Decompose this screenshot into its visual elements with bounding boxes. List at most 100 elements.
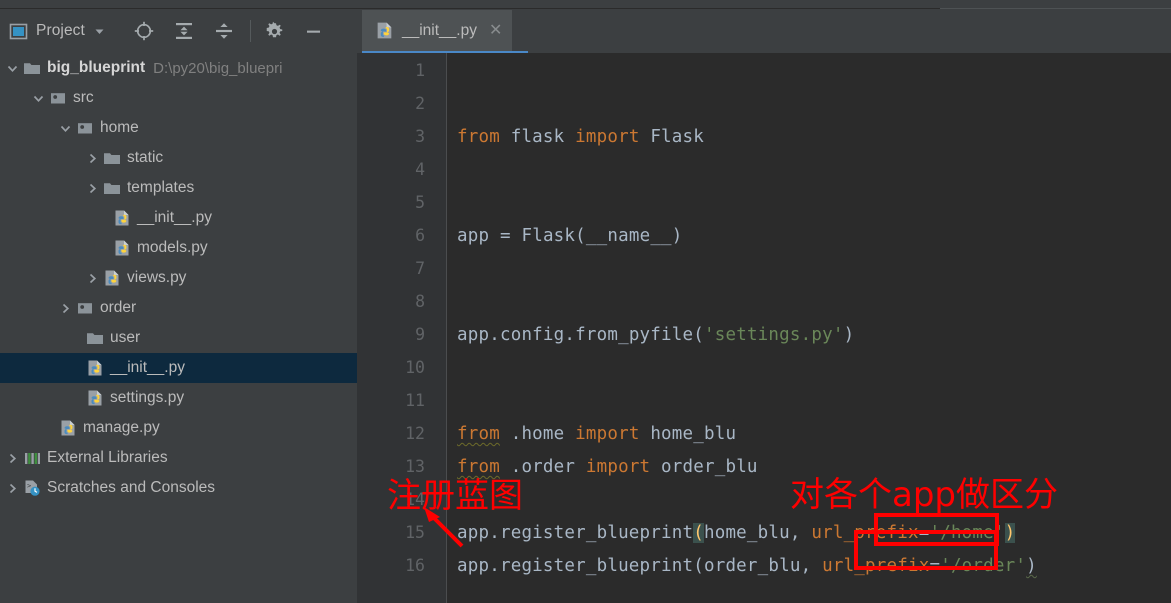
tree-item-label: big_blueprint (47, 59, 146, 76)
chevron-expanded-icon[interactable] (4, 53, 21, 83)
tree-item-label: Scratches and Consoles (47, 479, 216, 496)
code-editor[interactable]: 1 2 3 4 5 6 7 8 9 10 11 12 13 14 15 16 f… (357, 53, 1171, 603)
python-file-icon (101, 263, 123, 293)
tree-item-label: src (73, 89, 94, 106)
tree-row[interactable]: order (0, 293, 357, 323)
tree-row[interactable]: manage.py (0, 413, 357, 443)
gear-icon[interactable] (264, 21, 285, 42)
folder-icon (84, 323, 106, 353)
chevron-collapsed-icon[interactable] (84, 263, 101, 293)
project-label: Project (36, 22, 85, 39)
scratches-icon: > (21, 473, 43, 503)
project-toolbar: Project (0, 9, 357, 53)
code-line-9: app.config.from_pyfile('settings.py') (457, 325, 855, 345)
python-file-icon (84, 383, 106, 413)
code-line-6: app = Flask(__name__) (457, 226, 683, 246)
libraries-icon (21, 443, 43, 473)
tree-item-path: D:\py20\big_bluepri (153, 59, 283, 77)
line-number: 7 (415, 259, 425, 278)
svg-text:>: > (27, 482, 31, 490)
code-line-12: from .home import home_blu (457, 424, 737, 444)
code-line-16: app.register_blueprint(order_blu, url_pr… (457, 556, 1037, 576)
source-folder-icon (74, 113, 96, 143)
tree-item-label: templates (127, 179, 195, 196)
line-number: 13 (405, 457, 425, 476)
tree-row[interactable]: models.py (0, 233, 357, 263)
line-number: 11 (405, 391, 425, 410)
line-number: 12 (405, 424, 425, 443)
close-icon[interactable]: ✕ (489, 22, 502, 39)
tree-item-label: home (100, 119, 139, 136)
tree-row[interactable]: static (0, 143, 357, 173)
tree-item-label: order (100, 299, 137, 316)
folder-icon (101, 143, 123, 173)
line-number: 14 (405, 490, 425, 509)
editor-gutter[interactable]: 1 2 3 4 5 6 7 8 9 10 11 12 13 14 15 16 (357, 53, 447, 603)
tree-row[interactable]: templates (0, 173, 357, 203)
pycharm-window: Project big_blueprint D:\py20\big_bluepr… (0, 0, 1171, 603)
tree-row[interactable]: home (0, 113, 357, 143)
line-number: 4 (415, 160, 425, 179)
code-line-13: from .order import order_blu (457, 457, 758, 477)
line-number: 3 (415, 127, 425, 146)
editor-tab-init-py[interactable]: __init__.py ✕ (362, 10, 513, 51)
line-number: 1 (415, 61, 425, 80)
tree-row[interactable]: user (0, 323, 357, 353)
line-number: 6 (415, 226, 425, 245)
tree-row-selected[interactable]: __init__.py (0, 353, 357, 383)
python-file-icon (375, 21, 395, 40)
chevron-collapsed-icon[interactable] (84, 173, 101, 203)
python-file-icon (84, 353, 106, 383)
line-number: 9 (415, 325, 425, 344)
collapse-all-icon[interactable] (213, 20, 235, 42)
tree-item-label: __init__.py (137, 209, 212, 226)
chevron-collapsed-icon[interactable] (57, 293, 74, 323)
locate-target-icon[interactable] (133, 20, 155, 42)
chevron-down-icon[interactable] (93, 25, 106, 38)
code-line-15: app.register_blueprint(home_blu, url_pre… (457, 523, 1016, 543)
code-line-3: from flask import Flask (457, 127, 704, 147)
source-folder-icon (47, 83, 69, 113)
editor-tab-label: __init__.py (402, 21, 477, 39)
tree-row[interactable]: External Libraries (0, 443, 357, 473)
source-folder-icon (74, 293, 96, 323)
line-number: 2 (415, 94, 425, 113)
tree-row[interactable]: views.py (0, 263, 357, 293)
line-number: 8 (415, 292, 425, 311)
toolbar-separator (249, 20, 251, 42)
python-file-icon (111, 203, 133, 233)
tree-item-label: views.py (127, 269, 187, 286)
project-view-selector[interactable]: Project (9, 22, 106, 41)
tree-row[interactable]: > Scratches and Consoles (0, 473, 357, 503)
chevron-expanded-icon[interactable] (57, 113, 74, 143)
line-number: 15 (405, 523, 425, 542)
expand-all-icon[interactable] (173, 20, 195, 42)
python-file-icon (57, 413, 79, 443)
tree-item-label: static (127, 149, 164, 166)
menu-bar-sliver (0, 0, 1171, 9)
tree-item-label: models.py (137, 239, 208, 256)
chevron-collapsed-icon[interactable] (4, 473, 21, 503)
editor-tab-bar: __init__.py ✕ (357, 9, 1171, 54)
chevron-collapsed-icon[interactable] (4, 443, 21, 473)
menu-bar-ghost-text (0, 0, 3, 5)
tree-item-label: user (110, 329, 141, 346)
project-panel-icon (9, 22, 28, 41)
tree-item-label: External Libraries (47, 449, 168, 466)
tree-item-label: __init__.py (110, 359, 185, 376)
chevron-collapsed-icon[interactable] (84, 143, 101, 173)
tree-row[interactable]: __init__.py (0, 203, 357, 233)
tree-row[interactable]: settings.py (0, 383, 357, 413)
python-file-icon (111, 233, 133, 263)
line-number: 5 (415, 193, 425, 212)
folder-icon (21, 53, 43, 83)
line-number: 10 (405, 358, 425, 377)
chevron-expanded-icon[interactable] (30, 83, 47, 113)
tree-item-label: manage.py (83, 419, 160, 436)
code-text-area[interactable]: from flask import Flask app = Flask(__na… (447, 53, 1171, 603)
project-tree-panel[interactable]: big_blueprint D:\py20\big_bluepri src ho… (0, 53, 357, 603)
folder-icon (101, 173, 123, 203)
minimize-icon[interactable] (303, 21, 324, 42)
tree-row[interactable]: big_blueprint D:\py20\big_bluepri (0, 53, 357, 83)
tree-row[interactable]: src (0, 83, 357, 113)
